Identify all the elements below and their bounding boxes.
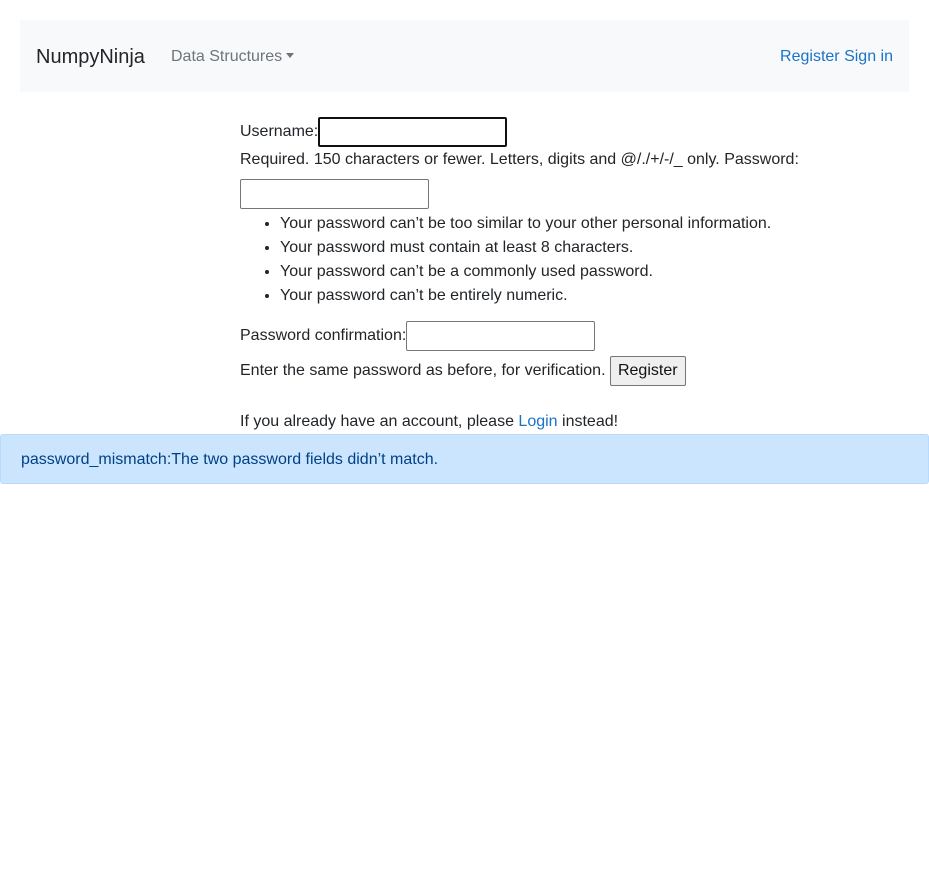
login-prompt: If you already have an account, please L… [240, 412, 618, 432]
login-link[interactable]: Login [518, 413, 557, 430]
login-prompt-before: If you already have an account, please [240, 413, 514, 430]
register-button[interactable]: Register [609, 356, 686, 386]
password-input[interactable] [240, 179, 429, 209]
alert-message: password_mismatch:The two password field… [21, 451, 439, 468]
navbar-right-links: Register Sign in [780, 47, 893, 67]
data-structures-dropdown[interactable]: Data Structures [171, 47, 295, 67]
password-row [240, 179, 429, 209]
password-rules-list: Your password can’t be too similar to yo… [240, 212, 771, 308]
error-alert: password_mismatch:The two password field… [0, 434, 929, 484]
login-prompt-after: instead! [562, 413, 619, 430]
data-structures-dropdown-label: Data Structures [171, 48, 283, 65]
username-help-text: Required. 150 characters or fewer. Lette… [240, 150, 810, 170]
caret-down-icon [286, 53, 295, 58]
password-rule: Your password can’t be a commonly used p… [280, 260, 771, 284]
password-rule: Your password must contain at least 8 ch… [280, 236, 771, 260]
confirmation-help-text: Enter the same password as before, for v… [240, 362, 606, 379]
username-input[interactable] [318, 117, 508, 147]
password-confirmation-row: Password confirmation: [240, 321, 596, 351]
password-rule: Your password can’t be too similar to yo… [280, 212, 771, 236]
username-label: Username: [240, 123, 319, 140]
password-rule: Your password can’t be entirely numeric. [280, 284, 771, 308]
navbar: NumpyNinja Data Structures Register Sign… [20, 20, 909, 92]
brand-logo-link[interactable]: NumpyNinja [36, 44, 145, 70]
password-confirmation-label: Password confirmation: [240, 327, 407, 344]
register-link[interactable]: Register [780, 48, 840, 65]
username-row: Username: [240, 117, 508, 147]
password-label: Password: [724, 151, 799, 168]
signin-link[interactable]: Sign in [844, 48, 893, 65]
username-help: Required. 150 characters or fewer. Lette… [240, 151, 720, 168]
confirmation-help-row: Enter the same password as before, for v… [240, 356, 686, 386]
password-confirmation-input[interactable] [406, 321, 596, 351]
